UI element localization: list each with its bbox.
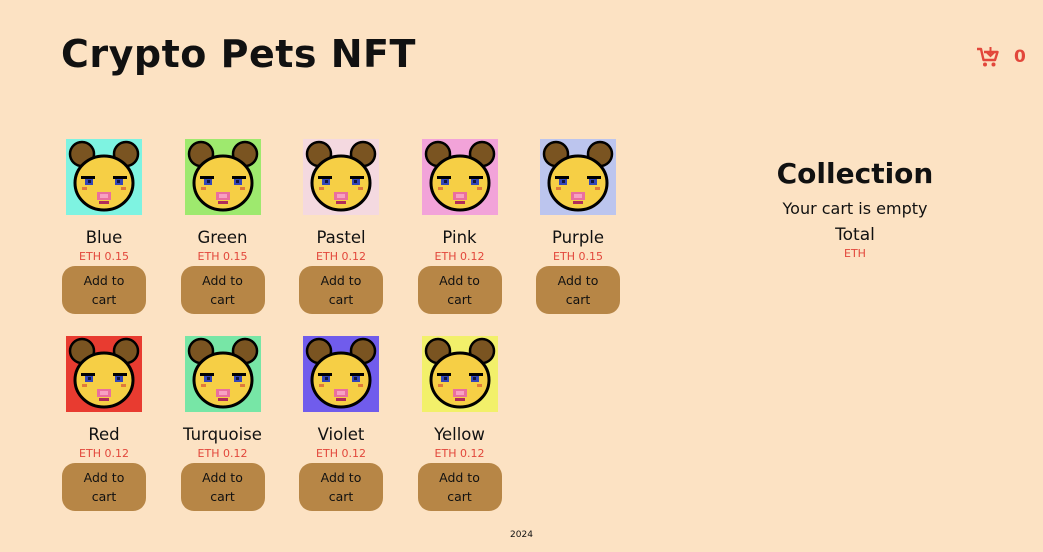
page-title: Crypto Pets NFT: [61, 32, 416, 76]
product-card: Turquoise ETH 0.12 Add to cart: [180, 336, 265, 511]
cart-button[interactable]: 0: [976, 46, 1026, 68]
product-card: Red ETH 0.12 Add to cart: [62, 336, 146, 511]
pet-image: [421, 336, 498, 412]
add-to-cart-button[interactable]: Add to cart: [417, 463, 502, 511]
pet-image: [66, 336, 142, 412]
product-card: Yellow ETH 0.12 Add to cart: [417, 336, 502, 511]
pet-image: [184, 139, 261, 215]
add-to-cart-button[interactable]: Add to cart: [536, 266, 620, 314]
add-to-cart-button[interactable]: Add to cart: [299, 266, 383, 314]
product-card: Pastel ETH 0.12 Add to cart: [299, 139, 383, 314]
pet-image: [184, 336, 261, 412]
pet-price: ETH 0.12: [316, 447, 366, 460]
pet-image: [66, 139, 142, 215]
pet-image: [303, 336, 379, 412]
cart-count: 0: [1014, 47, 1026, 67]
pet-name: Green: [197, 228, 248, 247]
product-grid: Blue ETH 0.15 Add to cart Green ETH 0.15…: [62, 139, 620, 511]
product-card: Violet ETH 0.12 Add to cart: [299, 336, 383, 511]
add-to-cart-button[interactable]: Add to cart: [417, 266, 502, 314]
footer-year: 2024: [510, 530, 533, 540]
pet-price: ETH 0.15: [197, 250, 248, 263]
pet-price: ETH 0.12: [316, 250, 366, 263]
pet-image: [421, 139, 498, 215]
pet-name: Blue: [85, 228, 123, 247]
total-label: Total: [835, 225, 875, 245]
collection-title: Collection: [776, 157, 934, 190]
pet-image: [303, 139, 379, 215]
product-card: Blue ETH 0.15 Add to cart: [62, 139, 146, 314]
pet-name: Purple: [551, 228, 605, 247]
add-to-cart-button[interactable]: Add to cart: [62, 463, 146, 511]
product-card: Purple ETH 0.15 Add to cart: [536, 139, 620, 314]
cart-empty-message: Your cart is empty: [782, 199, 928, 218]
cart-icon: [976, 46, 1000, 68]
pet-name: Violet: [317, 425, 365, 444]
pet-name: Yellow: [434, 425, 485, 444]
pet-name: Turquoise: [183, 425, 262, 444]
pet-price: ETH 0.15: [553, 250, 603, 263]
product-card: Pink ETH 0.12 Add to cart: [417, 139, 502, 314]
pet-price: ETH 0.12: [79, 447, 129, 460]
add-to-cart-button[interactable]: Add to cart: [180, 266, 265, 314]
pet-name: Pink: [442, 228, 477, 247]
add-to-cart-button[interactable]: Add to cart: [299, 463, 383, 511]
add-to-cart-button[interactable]: Add to cart: [62, 266, 146, 314]
total-currency: ETH: [844, 247, 866, 260]
add-to-cart-button[interactable]: Add to cart: [180, 463, 265, 511]
pet-price: ETH 0.15: [79, 250, 129, 263]
pet-name: Pastel: [316, 228, 366, 247]
pet-price: ETH 0.12: [197, 447, 248, 460]
product-card: Green ETH 0.15 Add to cart: [180, 139, 265, 314]
pet-name: Red: [88, 425, 120, 444]
pet-image: [540, 139, 616, 215]
pet-price: ETH 0.12: [434, 447, 485, 460]
collection-panel: Collection Your cart is empty Total ETH: [755, 155, 955, 260]
pet-price: ETH 0.12: [434, 250, 485, 263]
